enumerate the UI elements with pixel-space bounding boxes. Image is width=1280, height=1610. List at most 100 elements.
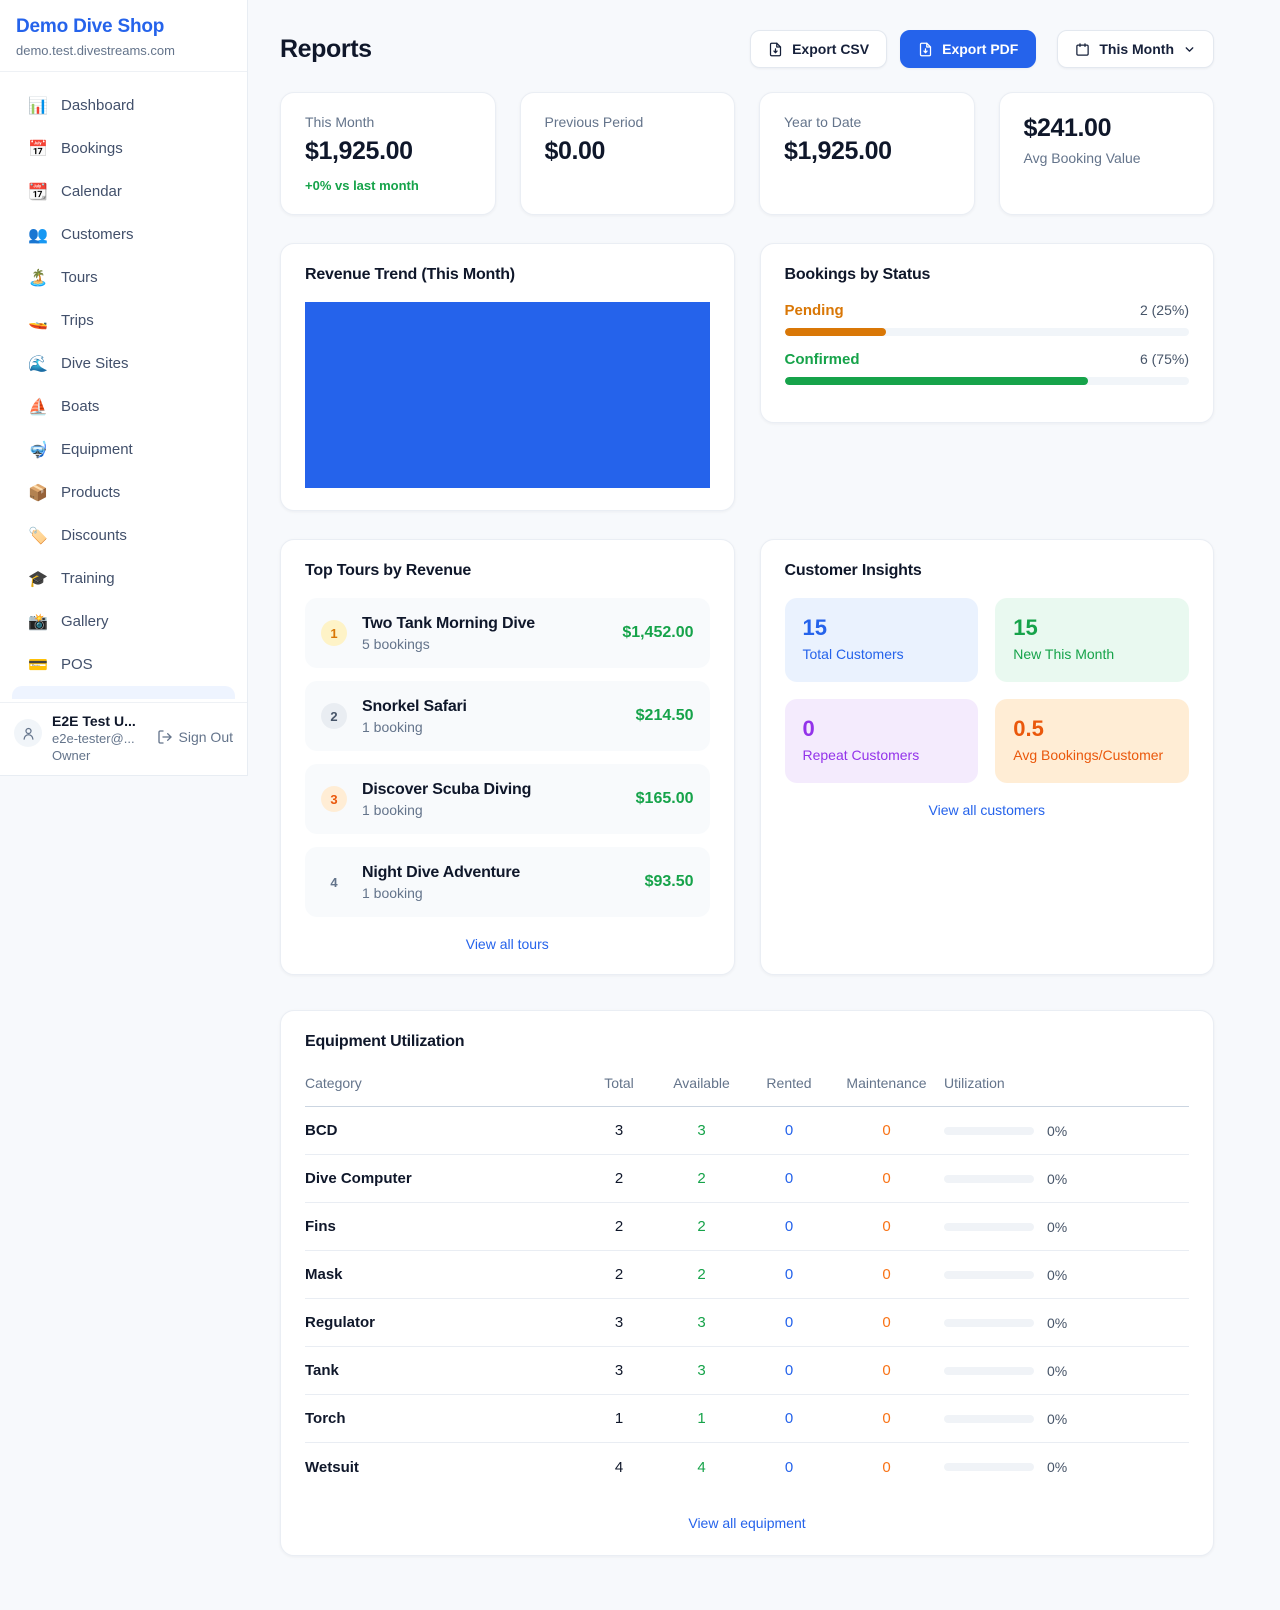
sidebar-item-bookings[interactable]: 📅 Bookings	[12, 127, 235, 170]
equipment-total: 2	[584, 1266, 654, 1283]
utilization-percent: 0%	[1047, 1171, 1067, 1187]
tour-name: Discover Scuba Diving	[362, 781, 531, 799]
equipment-maintenance: 0	[829, 1218, 944, 1235]
utilization-bar-track	[944, 1127, 1034, 1135]
utilization-percent: 0%	[1047, 1459, 1067, 1475]
page-title: Reports	[280, 35, 372, 64]
equipment-maintenance: 0	[829, 1314, 944, 1331]
column-header-total: Total	[584, 1075, 654, 1091]
label-tag-icon: 🏷️	[28, 526, 48, 546]
equipment-rented: 0	[749, 1459, 829, 1476]
insight-value: 0	[803, 716, 961, 742]
sidebar-item-training[interactable]: 🎓 Training	[12, 557, 235, 600]
equipment-table-row: Dive Computer 2 2 0 0 0%	[305, 1155, 1189, 1203]
utilization-bar-track	[944, 1175, 1034, 1183]
equipment-category: Tank	[305, 1362, 584, 1379]
nav-item-label: Dive Sites	[61, 355, 129, 372]
equipment-utilization-cell: 0%	[944, 1123, 1189, 1139]
sidebar-item-customers[interactable]: 👥 Customers	[12, 213, 235, 256]
sidebar-item-trips[interactable]: 🚤 Trips	[12, 299, 235, 342]
period-dropdown[interactable]: This Month	[1057, 30, 1214, 68]
export-pdf-button[interactable]: Export PDF	[900, 30, 1036, 68]
rank-badge: 4	[321, 869, 347, 895]
utilization-bar-track	[944, 1223, 1034, 1231]
sidebar-item-dive-sites[interactable]: 🌊 Dive Sites	[12, 342, 235, 385]
file-download-icon	[768, 42, 783, 57]
equipment-category: BCD	[305, 1122, 584, 1139]
status-bar-fill	[785, 377, 1088, 385]
sidebar-item-gallery[interactable]: 📸 Gallery	[12, 600, 235, 643]
status-label: Confirmed	[785, 351, 860, 368]
equipment-rented: 0	[749, 1122, 829, 1139]
diving-mask-icon: 🤿	[28, 440, 48, 460]
sidebar-item-dashboard[interactable]: 📊 Dashboard	[12, 84, 235, 127]
utilization-percent: 0%	[1047, 1123, 1067, 1139]
camera-flash-icon: 📸	[28, 612, 48, 632]
equipment-category: Mask	[305, 1266, 584, 1283]
sign-out-button[interactable]: Sign Out	[157, 729, 233, 745]
sidebar-item-calendar[interactable]: 📆 Calendar	[12, 170, 235, 213]
tear-off-calendar-icon: 📆	[28, 182, 48, 202]
header-actions: Export CSV Export PDF This Month	[750, 30, 1214, 68]
sidebar-item-discounts[interactable]: 🏷️ Discounts	[12, 514, 235, 557]
view-all-customers-link[interactable]: View all customers	[785, 802, 1190, 818]
speedboat-icon: 🚤	[28, 311, 48, 331]
equipment-table-row: Regulator 3 3 0 0 0%	[305, 1299, 1189, 1347]
sidebar-item-reports-active-partial[interactable]	[12, 686, 235, 699]
bookings-by-status-title: Bookings by Status	[785, 266, 1190, 284]
insight-label: Avg Bookings/Customer	[1013, 747, 1171, 763]
equipment-rented: 0	[749, 1170, 829, 1187]
insight-value: 0.5	[1013, 716, 1171, 742]
tour-bookings: 1 booking	[362, 802, 531, 818]
insight-label: New This Month	[1013, 646, 1171, 662]
utilization-bar-track	[944, 1367, 1034, 1375]
equipment-available: 3	[654, 1314, 749, 1331]
equipment-utilization-cell: 0%	[944, 1363, 1189, 1379]
equipment-available: 2	[654, 1170, 749, 1187]
equipment-utilization-cell: 0%	[944, 1219, 1189, 1235]
sidebar-item-products[interactable]: 📦 Products	[12, 471, 235, 514]
view-all-tours-link[interactable]: View all tours	[305, 936, 710, 952]
nav-item-label: Dashboard	[61, 97, 134, 114]
nav-item-label: Trips	[61, 312, 94, 329]
equipment-table-row: Tank 3 3 0 0 0%	[305, 1347, 1189, 1395]
column-header-maintenance: Maintenance	[829, 1075, 944, 1091]
sidebar-item-equipment[interactable]: 🤿 Equipment	[12, 428, 235, 471]
customer-insights-card: Customer Insights 15 Total Customers 15 …	[760, 539, 1215, 975]
bar-chart-icon: 📊	[28, 96, 48, 116]
sign-out-label: Sign Out	[179, 729, 233, 745]
insight-tiles: 15 Total Customers 15 New This Month 0 R…	[785, 598, 1190, 783]
tour-name: Two Tank Morning Dive	[362, 615, 535, 633]
view-all-equipment-link[interactable]: View all equipment	[305, 1515, 1189, 1531]
top-tours-card: Top Tours by Revenue 1 Two Tank Morning …	[280, 539, 735, 975]
equipment-utilization-cell: 0%	[944, 1267, 1189, 1283]
utilization-percent: 0%	[1047, 1219, 1067, 1235]
tour-row: 3 Discover Scuba Diving 1 booking $165.0…	[305, 764, 710, 834]
equipment-utilization-title: Equipment Utilization	[305, 1033, 1189, 1051]
status-count: 2 (25%)	[1140, 302, 1189, 318]
sidebar-item-boats[interactable]: ⛵ Boats	[12, 385, 235, 428]
insight-label: Repeat Customers	[803, 747, 961, 763]
nav-item-label: Bookings	[61, 140, 123, 157]
export-csv-button[interactable]: Export CSV	[750, 30, 887, 68]
equipment-table-header: Category Total Available Rented Maintena…	[305, 1069, 1189, 1107]
user-email: e2e-tester@...	[52, 731, 136, 746]
main-content: Reports Export CSV Export PDF This Month	[248, 0, 1280, 1556]
equipment-category: Regulator	[305, 1314, 584, 1331]
equipment-maintenance: 0	[829, 1410, 944, 1427]
nav-item-label: Calendar	[61, 183, 122, 200]
status-count: 6 (75%)	[1140, 351, 1189, 367]
equipment-table-row: BCD 3 3 0 0 0%	[305, 1107, 1189, 1155]
stat-value: $241.00	[1024, 114, 1190, 143]
insight-value: 15	[1013, 615, 1171, 641]
stat-card-previous-period: Previous Period $0.00	[520, 92, 736, 215]
nav-item-label: Equipment	[61, 441, 133, 458]
brand-name: Demo Dive Shop	[16, 16, 231, 38]
utilization-percent: 0%	[1047, 1363, 1067, 1379]
person-icon	[21, 726, 36, 741]
equipment-available: 3	[654, 1362, 749, 1379]
utilization-percent: 0%	[1047, 1411, 1067, 1427]
sidebar-item-tours[interactable]: 🏝️ Tours	[12, 256, 235, 299]
stat-delta: +0% vs last month	[305, 178, 471, 193]
sidebar-item-pos[interactable]: 💳 POS	[12, 643, 235, 686]
